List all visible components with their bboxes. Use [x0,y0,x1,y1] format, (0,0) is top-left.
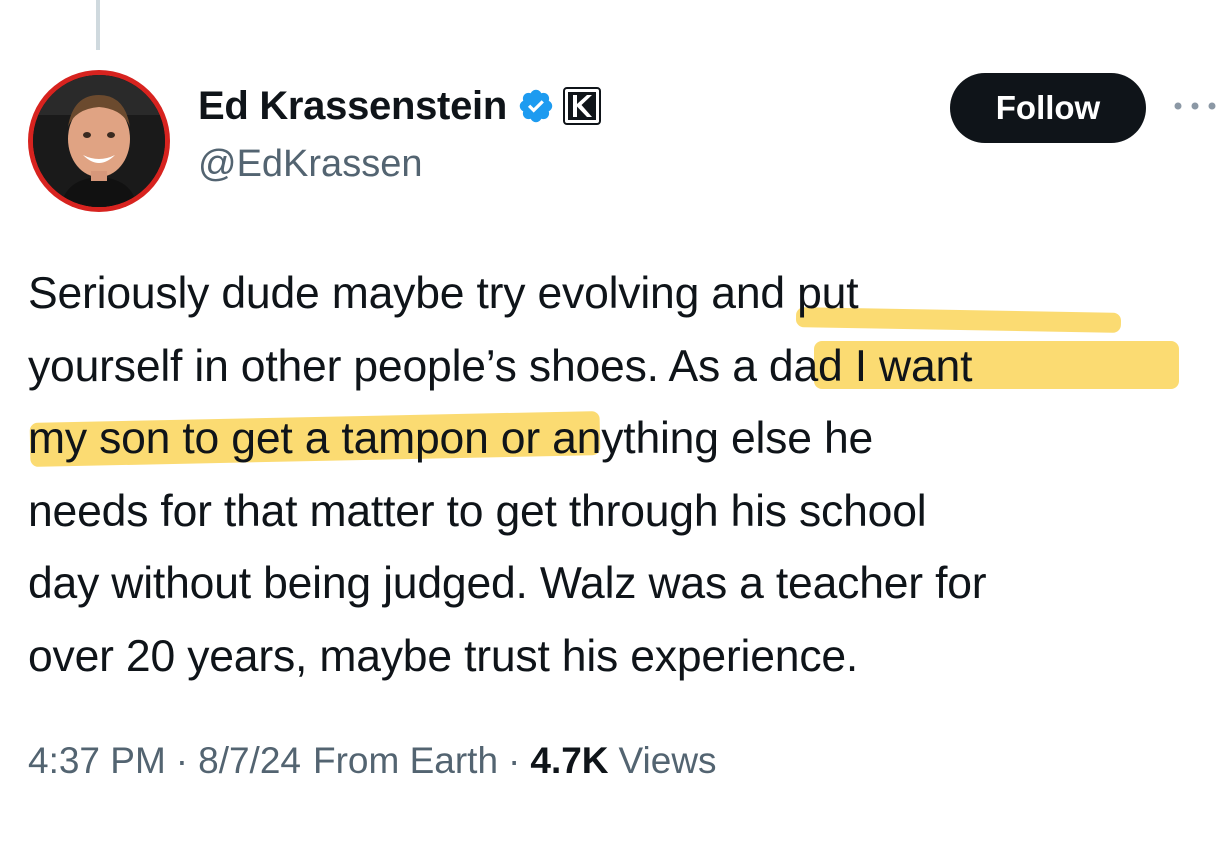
tweet-source: From Earth [313,740,499,781]
tweet-line-text: day without being judged. Walz was a tea… [28,559,987,608]
tweet-line: over 20 years, maybe trust his experienc… [28,621,1218,694]
views-count[interactable]: 4.7K [530,740,608,782]
author-handle[interactable]: @EdKrassen [198,143,422,186]
tweet-line: my son to get a tampon or anything else … [28,403,1218,476]
more-dots-icon[interactable] [1170,94,1220,118]
tweet-date[interactable]: 8/7/24 [198,740,301,782]
k-affiliate-icon[interactable] [562,87,601,125]
avatar[interactable] [28,70,170,212]
tweet-line: day without being judged. Walz was a tea… [28,548,1218,621]
avatar-photo [33,75,165,207]
tweet-line-text: or anything else he [488,414,874,463]
tweet-line: Seriously dude maybe try evolving and pu… [28,258,1218,333]
author-name-row: Ed Krassenstein [198,80,601,132]
tweet-time[interactable]: 4:37 PM [28,740,166,782]
follow-button[interactable]: Follow [950,73,1146,143]
display-name[interactable]: Ed Krassenstein [198,84,507,129]
tweet-highlighted-text: As a dad I want [668,341,973,391]
tweet-line-text: Seriously dude maybe try evolving and pu… [28,269,859,318]
tweet-line-text: needs for that matter to get through his… [28,486,927,536]
tweet-line-text: over 20 years, maybe trust his experienc… [28,631,859,681]
tweet-line: needs for that matter to get through his… [28,476,1218,549]
tweet-highlighted-text: my son to get a tampon [28,414,489,463]
meta-separator: · [175,740,189,781]
tweet-meta: 4:37 PM · 8/7/24 From Earth · 4.7K Views [28,740,717,782]
tweet-line: yourself in other people’s shoes. As a d… [28,331,1218,404]
tweet-line-text: yourself in other people’s shoes. [28,341,669,391]
thread-connector-line [96,0,100,50]
meta-separator: · [508,740,521,781]
views-label: Views [618,740,717,781]
tweet-text: Seriously dude maybe try evolving and pu… [28,258,1218,693]
verified-badge-icon[interactable] [517,87,555,125]
